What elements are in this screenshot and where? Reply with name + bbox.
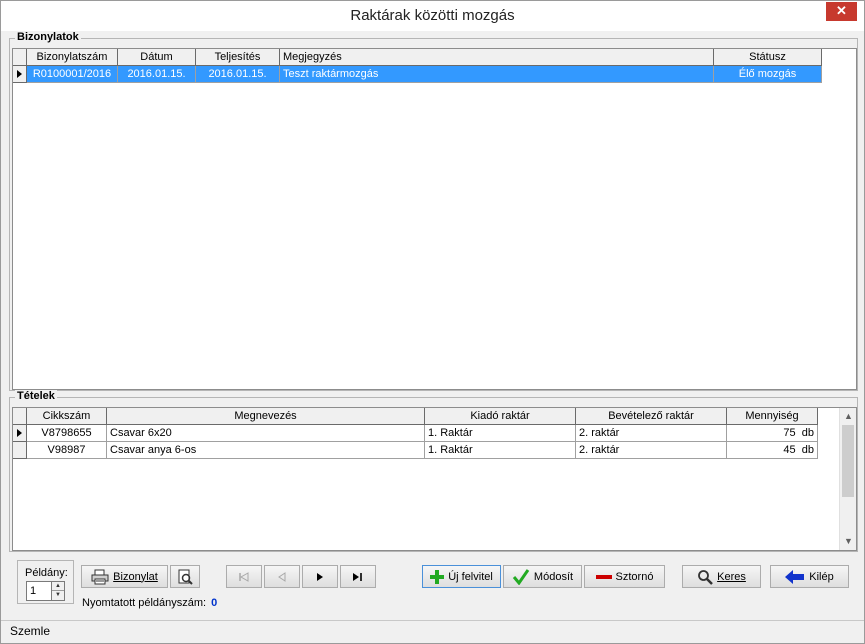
row-indicator-header: [13, 408, 27, 425]
cell-receiving-warehouse[interactable]: 2. raktár: [576, 442, 727, 459]
scroll-up-arrow-icon[interactable]: ▲: [840, 408, 856, 425]
exit-label: Kilép: [809, 570, 834, 583]
cell-document-number[interactable]: R0100001/2016: [27, 66, 118, 83]
cell-quantity[interactable]: 45 db: [727, 442, 818, 459]
checkmark-icon: [512, 568, 530, 585]
scrollbar-thumb[interactable]: [842, 425, 854, 497]
current-row-indicator: [13, 425, 27, 442]
column-header-document-number[interactable]: Bizonylatszám: [27, 49, 118, 66]
row-pointer-icon: [17, 429, 22, 437]
previous-record-button[interactable]: [264, 565, 300, 588]
documents-group: Bizonylatok Bizonylatszám Dátum Teljesít…: [9, 31, 858, 391]
row-indicator-header: [13, 49, 27, 66]
search-icon: [697, 569, 714, 585]
status-bar: Szemle: [1, 620, 864, 643]
cell-name[interactable]: Csavar 6x20: [107, 425, 425, 442]
copies-label: Példány:: [25, 567, 68, 579]
current-row-indicator: [13, 66, 27, 83]
cell-issuing-warehouse[interactable]: 1. Raktár: [425, 442, 576, 459]
title-bar: Raktárak közötti mozgás ✕: [1, 1, 864, 31]
plus-icon: [430, 569, 445, 584]
quantity-value: 75: [783, 427, 796, 439]
column-header-receiving-warehouse[interactable]: Bevételező raktár: [576, 408, 727, 425]
cell-sku[interactable]: V8798655: [27, 425, 107, 442]
quantity-unit: db: [801, 427, 814, 439]
search-label: Keres: [717, 570, 746, 583]
column-header-date[interactable]: Dátum: [118, 49, 196, 66]
print-preview-icon: [177, 569, 193, 585]
cell-date[interactable]: 2016.01.15.: [118, 66, 196, 83]
main-window: Raktárak közötti mozgás ✕ Bizonylatok Bi…: [0, 0, 865, 644]
exit-button[interactable]: Kilép: [770, 565, 849, 588]
column-header-quantity[interactable]: Mennyiség: [727, 408, 818, 425]
cell-sku[interactable]: V98987: [27, 442, 107, 459]
documents-grid-header: Bizonylatszám Dátum Teljesítés Megjegyzé…: [13, 49, 822, 66]
documents-group-title: Bizonylatok: [15, 31, 81, 43]
items-vertical-scrollbar[interactable]: ▲ ▼: [839, 408, 856, 550]
modify-button[interactable]: Módosít: [503, 565, 582, 588]
table-row[interactable]: V8798655 Csavar 6x20 1. Raktár 2. raktár…: [13, 425, 818, 442]
quantity-unit: db: [801, 444, 814, 456]
print-document-label: Bizonylat: [113, 570, 158, 583]
row-indicator: [13, 442, 27, 459]
first-record-button[interactable]: [226, 565, 262, 588]
quantity-value: 45: [783, 444, 796, 456]
last-record-button[interactable]: [340, 565, 376, 588]
cell-receiving-warehouse[interactable]: 2. raktár: [576, 425, 727, 442]
printed-copies-value: 0: [211, 597, 218, 609]
next-record-button[interactable]: [302, 565, 338, 588]
cancel-document-button[interactable]: Sztornó: [584, 565, 665, 588]
status-text: Szemle: [10, 624, 51, 638]
printer-icon: [91, 569, 109, 585]
table-row[interactable]: V98987 Csavar anya 6-os 1. Raktár 2. rak…: [13, 442, 818, 459]
items-group-title: Tételek: [15, 390, 57, 402]
previous-record-icon: [277, 571, 287, 582]
copies-group: Példány: 1 ▲ ▼: [17, 560, 74, 604]
next-record-icon: [315, 572, 325, 582]
scroll-down-arrow-icon[interactable]: ▼: [840, 533, 856, 550]
column-header-name[interactable]: Megnevezés: [107, 408, 425, 425]
cancel-document-label: Sztornó: [615, 570, 654, 583]
modify-label: Módosít: [533, 570, 574, 583]
items-group: Tételek Cikkszám Megnevezés Kiadó raktár…: [9, 390, 858, 552]
print-document-button[interactable]: Bizonylat: [81, 565, 168, 588]
new-entry-label: Új felvitel: [448, 570, 493, 583]
copies-input[interactable]: 1: [26, 581, 52, 601]
column-header-sku[interactable]: Cikkszám: [27, 408, 107, 425]
arrow-left-icon: [785, 569, 805, 584]
column-header-note[interactable]: Megjegyzés: [280, 49, 714, 66]
cell-issuing-warehouse[interactable]: 1. Raktár: [425, 425, 576, 442]
copies-spinner[interactable]: ▲ ▼: [52, 581, 65, 601]
cell-note[interactable]: Teszt raktármozgás: [280, 66, 714, 83]
new-entry-button[interactable]: Új felvitel: [422, 565, 501, 588]
print-preview-button[interactable]: [170, 565, 200, 588]
close-button[interactable]: ✕: [826, 2, 857, 21]
search-button[interactable]: Keres: [682, 565, 761, 588]
last-record-icon: [352, 572, 364, 582]
table-row[interactable]: R0100001/2016 2016.01.15. 2016.01.15. Te…: [13, 66, 822, 83]
documents-grid[interactable]: Bizonylatszám Dátum Teljesítés Megjegyzé…: [12, 48, 857, 390]
column-header-issuing-warehouse[interactable]: Kiadó raktár: [425, 408, 576, 425]
spin-up-icon[interactable]: ▲: [52, 582, 64, 591]
items-grid[interactable]: Cikkszám Megnevezés Kiadó raktár Bevétel…: [12, 407, 857, 551]
cell-fulfillment[interactable]: 2016.01.15.: [196, 66, 280, 83]
cell-quantity[interactable]: 75 db: [727, 425, 818, 442]
window-title: Raktárak közötti mozgás: [350, 7, 515, 24]
column-header-fulfillment[interactable]: Teljesítés: [196, 49, 280, 66]
column-header-status[interactable]: Státusz: [714, 49, 822, 66]
items-grid-header: Cikkszám Megnevezés Kiadó raktár Bevétel…: [13, 408, 818, 425]
printed-copies-label: Nyomtatott példányszám:: [82, 597, 207, 609]
cell-name[interactable]: Csavar anya 6-os: [107, 442, 425, 459]
row-pointer-icon: [17, 70, 22, 78]
minus-icon: [595, 574, 612, 580]
spin-down-icon[interactable]: ▼: [52, 591, 64, 600]
printed-copies: Nyomtatott példányszám: 0: [82, 597, 217, 609]
first-record-icon: [238, 571, 250, 582]
cell-status[interactable]: Élő mozgás: [714, 66, 822, 83]
